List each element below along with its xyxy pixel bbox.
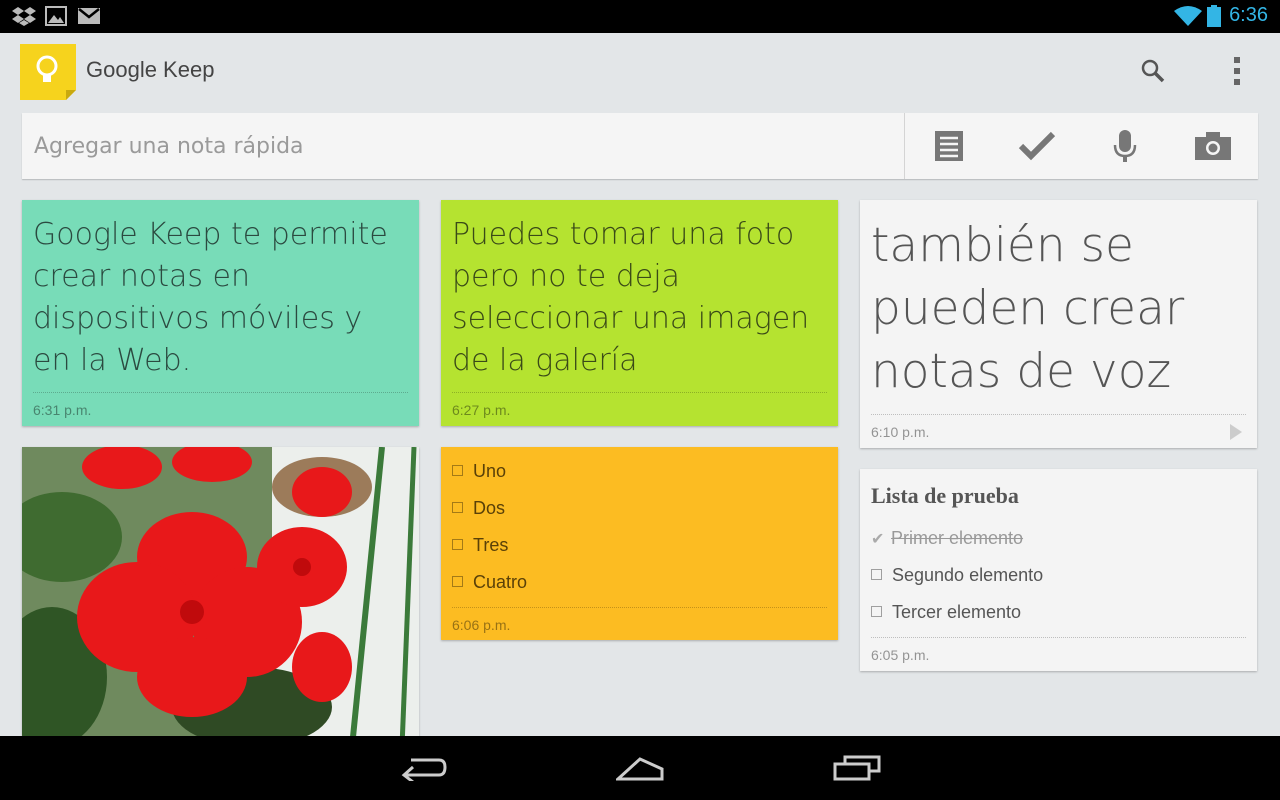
battery-icon [1207, 5, 1221, 31]
check-icon[interactable]: ✔ [871, 528, 884, 552]
checkbox-icon[interactable] [452, 575, 463, 587]
app-title: Google Keep [86, 57, 215, 82]
list-item[interactable]: Tercer elemento [871, 600, 1021, 624]
home-icon[interactable] [605, 748, 675, 788]
checkbox-icon[interactable] [871, 568, 882, 580]
dropbox-icon [12, 6, 36, 30]
action-bar: Google Keep [0, 33, 1280, 110]
list-item[interactable]: Uno [452, 459, 506, 483]
list-note-card[interactable]: Uno Dos Tres Cuatro 6:06 p.m. [441, 447, 838, 640]
list-item-checked[interactable]: ✔ Primer elemento [871, 526, 1023, 550]
note-text: Google Keep te permite crear notas en di… [33, 217, 388, 378]
keep-logo-icon[interactable] [20, 44, 76, 104]
note-divider [871, 637, 1246, 638]
checklist-icon[interactable] [993, 113, 1081, 179]
image-icon [45, 6, 67, 30]
search-icon[interactable] [1133, 53, 1173, 89]
voice-note-card[interactable]: también se pueden crear notas de voz 6:1… [860, 200, 1257, 448]
status-clock: 6:36 [1229, 4, 1268, 26]
list-item[interactable]: Tres [452, 533, 508, 557]
note-divider [33, 392, 408, 393]
camera-icon[interactable] [1169, 113, 1257, 179]
note-timestamp: 6:31 p.m. [33, 402, 92, 418]
list-title: Lista de prueba [871, 483, 1019, 508]
microphone-icon[interactable] [1081, 113, 1169, 179]
recent-apps-icon[interactable] [822, 748, 892, 788]
checkbox-icon[interactable] [452, 538, 463, 550]
note-divider [871, 414, 1246, 415]
checkbox-icon[interactable] [452, 464, 463, 476]
wifi-icon [1174, 5, 1202, 31]
back-icon[interactable] [389, 748, 459, 788]
list-note-card[interactable]: Lista de prueba ✔ Primer elemento Segundo… [860, 469, 1257, 671]
note-timestamp: 6:06 p.m. [452, 617, 511, 633]
navigation-bar [0, 736, 1280, 800]
checkbox-icon[interactable] [871, 605, 882, 617]
note-divider [452, 607, 827, 608]
list-item[interactable]: Segundo elemento [871, 563, 1043, 587]
status-bar: 6:36 [0, 0, 1280, 33]
quick-note-bar [22, 113, 1258, 179]
note-text: también se pueden crear notas de voz [871, 218, 1185, 399]
note-text: Puedes tomar una foto pero no te deja se… [452, 217, 810, 378]
list-item[interactable]: Dos [452, 496, 505, 520]
note-timestamp: 6:05 p.m. [871, 647, 930, 663]
gmail-icon [77, 6, 101, 30]
note-divider [452, 392, 827, 393]
checkbox-icon[interactable] [452, 501, 463, 513]
note-timestamp: 6:27 p.m. [452, 402, 511, 418]
quick-note-input[interactable] [22, 113, 904, 179]
play-icon[interactable] [1230, 424, 1242, 444]
list-item[interactable]: Cuatro [452, 570, 527, 594]
photo-note-card[interactable] [22, 447, 419, 747]
note-card[interactable]: Google Keep te permite crear notas en di… [22, 200, 419, 426]
red-flower-photo [22, 447, 419, 747]
overflow-menu-icon[interactable] [1217, 53, 1257, 89]
text-note-icon[interactable] [905, 113, 993, 179]
note-card[interactable]: Puedes tomar una foto pero no te deja se… [441, 200, 838, 426]
note-timestamp: 6:10 p.m. [871, 424, 930, 440]
